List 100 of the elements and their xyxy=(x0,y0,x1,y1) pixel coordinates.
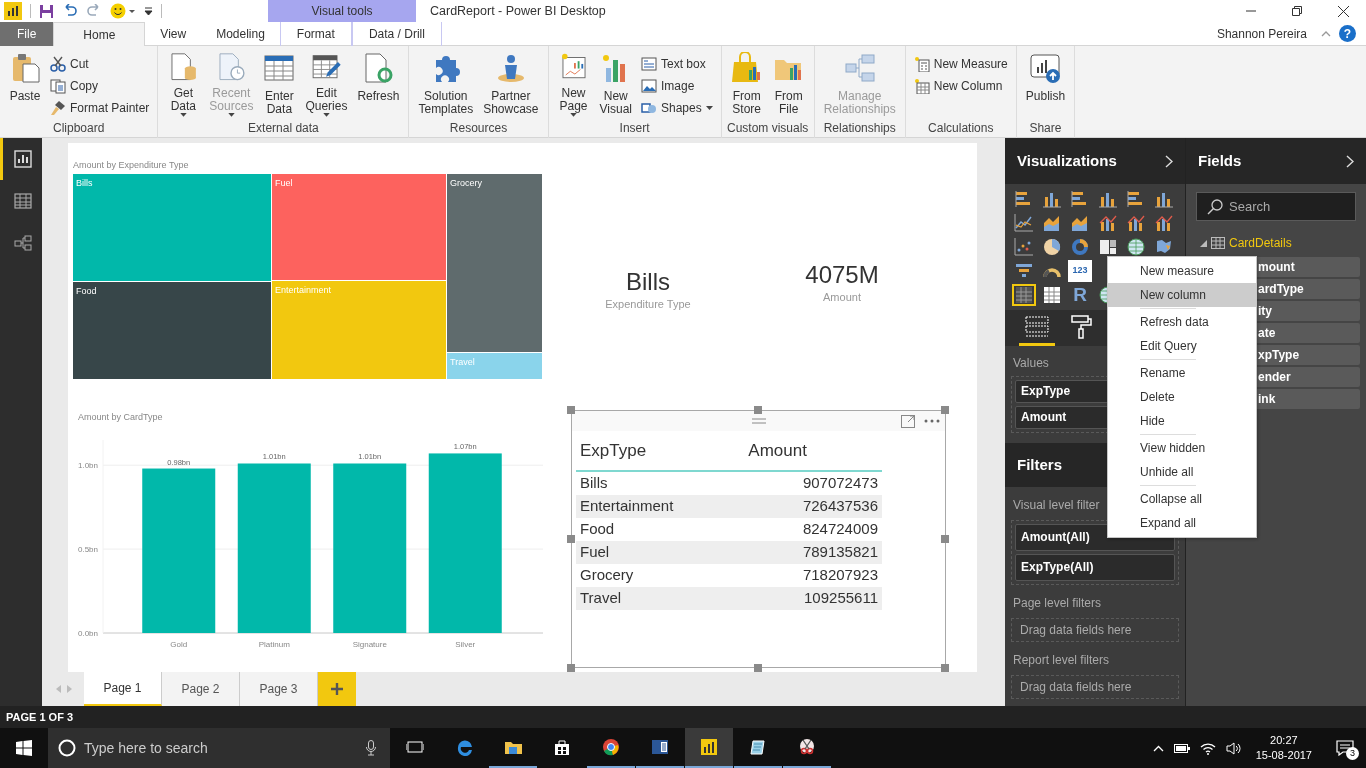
filter-section-label: Report level filters xyxy=(1012,652,1111,669)
ribbon-tab[interactable]: File xyxy=(0,22,54,46)
search-field[interactable]: Search xyxy=(1196,192,1356,221)
axis-category-label: Silver xyxy=(455,640,476,649)
well-label: Values xyxy=(1012,355,1050,372)
table-name[interactable]: CardDetails xyxy=(1229,234,1292,252)
shopping-bag-icon xyxy=(730,52,763,84)
cut-button[interactable]: Cut xyxy=(47,55,153,73)
ribbon-group-label: Resources xyxy=(448,120,509,136)
globe-icon xyxy=(1126,237,1146,257)
publish-button[interactable]: Publish xyxy=(1021,50,1070,120)
search-icon xyxy=(1207,198,1223,215)
solution-templates-button[interactable]: Solution Templates xyxy=(414,50,478,120)
ribbon-tab[interactable]: Modeling xyxy=(201,22,280,46)
get-data-button[interactable]: Get Data xyxy=(163,50,204,120)
visual-type-button[interactable]: 123 xyxy=(1068,260,1092,282)
refresh-button[interactable]: Refresh xyxy=(353,50,404,120)
customize-icon xyxy=(144,6,153,16)
ribbon-tab[interactable]: Home xyxy=(53,22,146,46)
new-visual-button[interactable]: New Visual xyxy=(595,50,636,120)
combo-chart-icon xyxy=(1126,213,1146,233)
resize-handle[interactable] xyxy=(754,406,762,414)
treemap-tile[interactable]: Grocery xyxy=(447,174,542,352)
taskbar-search-field[interactable]: Type here to search xyxy=(48,728,390,768)
shopping-bag-icon xyxy=(553,738,571,756)
menu-item[interactable]: Collapse all xyxy=(1108,487,1256,511)
clock-date: 15-08-2017 xyxy=(1255,748,1312,763)
window-title: CardReport - Power BI Desktop xyxy=(429,3,606,20)
help-button[interactable]: ? xyxy=(1339,25,1356,42)
menu-item[interactable]: Unhide all xyxy=(1108,460,1256,484)
visual-type-button[interactable] xyxy=(1124,236,1148,258)
partner-showcase-button[interactable]: Partner Showcase xyxy=(479,50,543,120)
text-box-button[interactable]: Text box xyxy=(638,55,716,73)
filter-section-label: Page level filters xyxy=(1012,595,1103,612)
shapes-icon xyxy=(641,100,657,116)
ribbon-group-label: Calculations xyxy=(927,120,995,136)
drop-zone[interactable]: Drag data fields here xyxy=(1011,618,1179,642)
ribbon-group-label: Clipboard xyxy=(52,120,106,136)
table-cell: Entertainment xyxy=(576,494,745,518)
resize-handle[interactable] xyxy=(567,406,575,414)
text-box-icon xyxy=(641,56,657,72)
resize-handle[interactable] xyxy=(941,406,949,414)
copy-button[interactable]: Copy xyxy=(47,77,153,95)
table-cell: Fuel xyxy=(576,540,745,564)
smiley-icon xyxy=(110,3,136,19)
visual-type-button[interactable] xyxy=(1012,284,1036,306)
menu-item[interactable]: New column xyxy=(1108,283,1256,307)
new-page-button[interactable]: New Page xyxy=(553,50,594,120)
treemap-icon xyxy=(1098,237,1118,257)
from-store-button[interactable]: From Store xyxy=(726,50,767,120)
column-header[interactable]: Amount xyxy=(744,431,882,471)
page-tab[interactable]: Page 1 xyxy=(84,672,162,706)
table-visual[interactable]: ExpType Amount Bills 907072473 Entertainment 726437536 Food 824724009 Fuel 789135821 Grocery 718207923 Travel 109255611 xyxy=(571,410,946,668)
notepad-icon xyxy=(749,738,767,756)
scroll-left-icon xyxy=(56,685,61,693)
menu-item[interactable]: View hidden xyxy=(1108,436,1256,460)
table-cell: 907072473 xyxy=(744,471,882,495)
resize-handle[interactable] xyxy=(567,664,575,672)
pie-chart-icon xyxy=(1042,237,1062,257)
treemap-tile[interactable]: Food xyxy=(73,282,271,379)
refresh-icon xyxy=(362,52,395,84)
volume-icon xyxy=(1225,741,1242,755)
drop-zone[interactable]: Drag data fields here xyxy=(1011,675,1179,699)
table-cell: 109255611 xyxy=(744,586,882,610)
image-button[interactable]: Image xyxy=(638,77,716,95)
ribbon-group-label: Share xyxy=(1028,120,1063,136)
publish-icon xyxy=(1029,52,1062,84)
new-column-button[interactable]: New Column xyxy=(910,77,1011,95)
table-cell: 824724009 xyxy=(744,517,882,541)
resize-handle[interactable] xyxy=(941,535,949,543)
visual-type-button[interactable]: R xyxy=(1068,284,1092,306)
filter-section-label: Visual level filter xyxy=(1012,497,1101,514)
focus-mode-icon xyxy=(901,415,915,428)
edit-queries-button[interactable]: Edit Queries xyxy=(301,50,352,120)
enter-data-button[interactable]: Enter Data xyxy=(259,50,300,120)
column-header[interactable]: ExpType xyxy=(576,431,745,471)
table-cell: 726437536 xyxy=(744,494,882,518)
fields-well-icon xyxy=(1025,314,1049,339)
resize-handle[interactable] xyxy=(941,664,949,672)
undo-icon xyxy=(62,4,78,18)
add-page-button[interactable] xyxy=(318,672,356,706)
brush-icon xyxy=(50,100,66,116)
combo-chart-icon xyxy=(1098,213,1118,233)
shapes-button[interactable]: Shapes xyxy=(638,99,716,117)
page-tab[interactable]: Page 3 xyxy=(240,672,318,706)
axis-tick-label: 0.5bn xyxy=(78,545,99,555)
diagram-icon xyxy=(843,52,876,84)
notifications-button[interactable]: 3 xyxy=(1330,733,1360,763)
new-measure-button[interactable]: New Measure xyxy=(910,55,1011,73)
resize-handle[interactable] xyxy=(754,664,762,672)
paste-button[interactable]: Paste xyxy=(5,50,45,120)
page-tab[interactable]: Page 2 xyxy=(162,672,240,706)
taskbar-button[interactable] xyxy=(685,728,733,768)
paint-roller-icon xyxy=(1069,314,1093,339)
chevron-right-icon xyxy=(1346,154,1354,168)
format-painter-button[interactable]: Format Painter xyxy=(47,99,153,117)
resize-handle[interactable] xyxy=(567,535,575,543)
from-file-button[interactable]: From File xyxy=(768,50,809,120)
filter-pill[interactable]: ExpType(All) xyxy=(1015,554,1175,581)
ribbon-tab[interactable]: View xyxy=(145,22,202,46)
